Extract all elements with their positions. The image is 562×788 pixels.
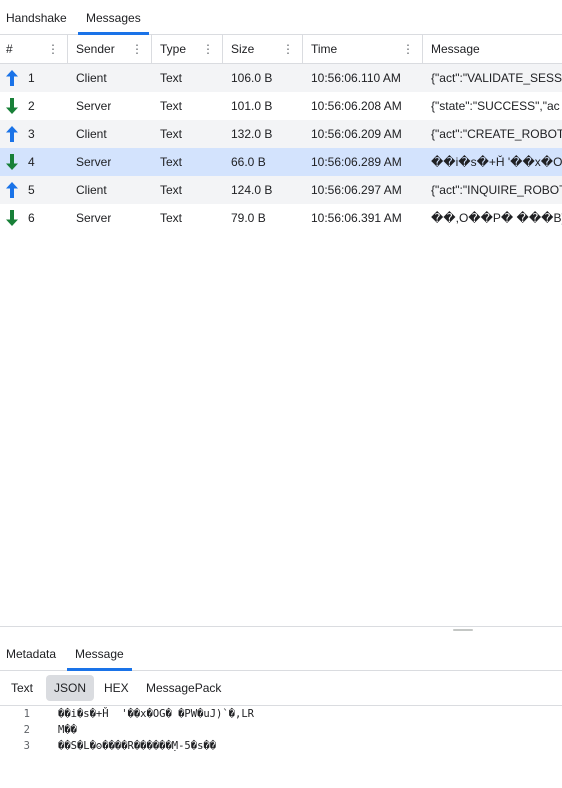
cell-size: 106.0 B [231, 71, 273, 85]
format-json-button[interactable]: JSON [46, 675, 95, 701]
table-row[interactable]: 4 Server Text 66.0 B 10:56:06.289 AM ��i�s�+Ȟ… [0, 148, 562, 176]
format-text-button[interactable]: Text [5, 675, 39, 701]
kebab-icon[interactable]: ⋮ [282, 35, 294, 63]
kebab-icon[interactable]: ⋮ [131, 35, 143, 63]
arrow-up-icon [6, 182, 18, 198]
cell-message: ��i�s�+Ȟ '��x�OG [431, 155, 562, 169]
tab-handshake[interactable]: Handshake [6, 0, 67, 34]
cell-time: 10:56:06.110 AM [311, 71, 401, 85]
tab-message[interactable]: Message [67, 640, 132, 671]
cell-time: 10:56:06.209 AM [311, 127, 402, 141]
cell-sender: Server [76, 211, 112, 225]
cell-sender: Client [76, 127, 107, 141]
arrow-down-icon [6, 98, 18, 114]
cell-sender: Client [76, 71, 107, 85]
cell-type: Text [160, 127, 183, 141]
top-tab-bar: Handshake Messages [0, 0, 562, 35]
code-text: ��i�s�+Ȟ '��x�OG� �PW�uJ)`�,LR [58, 708, 254, 720]
cell-sender: Client [76, 183, 107, 197]
column-header-label: Sender [76, 42, 115, 56]
format-hex-button[interactable]: HEX [98, 675, 135, 701]
line-number: 3 [23, 740, 30, 752]
cell-num: 5 [28, 183, 35, 197]
cell-type: Text [160, 183, 183, 197]
code-text: ��S�L�ʘ����R������Ṃ-5�s�� [58, 740, 217, 752]
column-header-message[interactable]: Message [423, 35, 562, 63]
cell-message: {"act":"VALIDATE_SESS [431, 71, 562, 85]
cell-time: 10:56:06.208 AM [311, 99, 402, 113]
table-header: # ⋮ Sender ⋮ Type ⋮ Size ⋮ Time ⋮ Messag… [0, 35, 562, 64]
cell-time: 10:56:06.297 AM [311, 183, 402, 197]
drag-handle-icon[interactable] [453, 629, 473, 631]
code-line: 3 ��S�L�ʘ����R������Ṃ-5�s�� [0, 738, 562, 754]
column-header-sender[interactable]: Sender ⋮ [68, 35, 152, 63]
cell-size: 132.0 B [231, 127, 273, 141]
cell-message: {"act":"INQUIRE_ROBOT [431, 183, 562, 197]
column-header-num[interactable]: # ⋮ [0, 35, 68, 63]
column-header-size[interactable]: Size ⋮ [223, 35, 303, 63]
code-line: 2 M�� [0, 722, 562, 738]
tab-metadata[interactable]: Metadata [6, 640, 56, 670]
cell-num: 4 [28, 155, 35, 169]
cell-type: Text [160, 71, 183, 85]
cell-message: {"state":"SUCCESS","ac [431, 99, 560, 113]
table-row[interactable]: 2 Server Text 101.0 B 10:56:06.208 AM {"state… [0, 92, 562, 120]
table-row[interactable]: 6 Server Text 79.0 B 10:56:06.391 AM ��,O��P�… [0, 204, 562, 232]
cell-type: Text [160, 99, 183, 113]
format-messagepack-button[interactable]: MessagePack [140, 675, 227, 701]
cell-size: 66.0 B [231, 155, 266, 169]
tab-messages[interactable]: Messages [78, 0, 149, 35]
cell-num: 6 [28, 211, 35, 225]
cell-num: 1 [28, 71, 35, 85]
column-header-label: Type [160, 42, 187, 56]
arrow-down-icon [6, 210, 18, 226]
kebab-icon[interactable]: ⋮ [47, 35, 59, 63]
column-header-label: Message [431, 42, 480, 56]
cell-message: {"act":"CREATE_ROBOT [431, 127, 562, 141]
code-line: 1 ��i�s�+Ȟ '��x�OG� �PW�uJ)`�,LR [0, 706, 562, 722]
code-text: M�� [58, 724, 77, 736]
column-header-label: # [6, 42, 13, 56]
cell-sender: Server [76, 99, 112, 113]
arrow-up-icon [6, 70, 18, 86]
cell-size: 101.0 B [231, 99, 273, 113]
arrow-up-icon [6, 126, 18, 142]
cell-type: Text [160, 155, 183, 169]
kebab-icon[interactable]: ⋮ [202, 35, 214, 63]
kebab-icon[interactable]: ⋮ [402, 35, 414, 63]
cell-time: 10:56:06.391 AM [311, 211, 402, 225]
column-header-label: Time [311, 42, 338, 56]
column-header-type[interactable]: Type ⋮ [152, 35, 223, 63]
format-toolbar: Text JSON HEX MessagePack [0, 671, 562, 706]
cell-type: Text [160, 211, 183, 225]
cell-size: 79.0 B [231, 211, 266, 225]
cell-sender: Server [76, 155, 112, 169]
cell-message: ��,O��P� ���B} [431, 211, 562, 225]
cell-size: 124.0 B [231, 183, 273, 197]
panel-splitter[interactable] [0, 626, 562, 635]
line-number: 1 [23, 708, 30, 720]
column-header-label: Size [231, 42, 255, 56]
message-code-viewer[interactable]: 1 ��i�s�+Ȟ '��x�OG� �PW�uJ)`�,LR 2 M�� 3… [0, 706, 562, 754]
cell-num: 2 [28, 99, 35, 113]
cell-num: 3 [28, 127, 35, 141]
table-row[interactable]: 3 Client Text 132.0 B 10:56:06.209 AM {"act":… [0, 120, 562, 148]
cell-time: 10:56:06.289 AM [311, 155, 402, 169]
table-row[interactable]: 5 Client Text 124.0 B 10:56:06.297 AM {"act":… [0, 176, 562, 204]
arrow-down-icon [6, 154, 18, 170]
detail-tab-bar: Metadata Message [0, 640, 562, 671]
table-row[interactable]: 1 Client Text 106.0 B 10:56:06.110 AM {"act":… [0, 64, 562, 92]
line-number: 2 [23, 724, 30, 736]
column-header-time[interactable]: Time ⋮ [303, 35, 423, 63]
